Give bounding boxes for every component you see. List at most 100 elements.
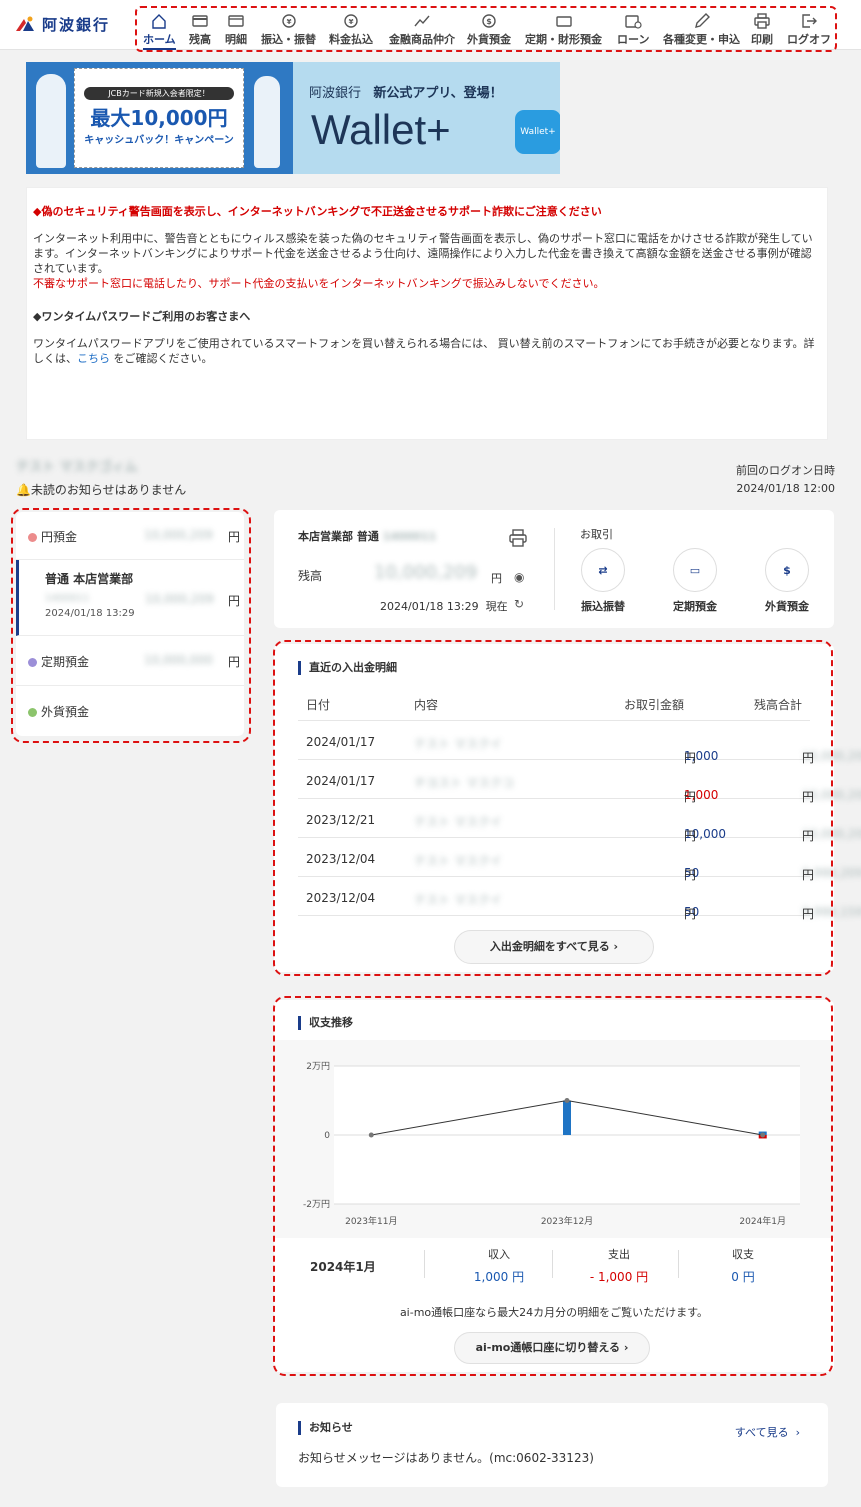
bank-logo[interactable]: 阿波銀行 <box>14 14 110 35</box>
last-logon-time: 2024/01/18 12:00 <box>736 482 835 495</box>
nav-deposit[interactable]: 定期・財形預金 <box>525 10 602 50</box>
bank-logo-icon <box>16 16 34 31</box>
summary-time-suffix: 現在 <box>485 600 508 613</box>
printer-icon[interactable] <box>508 528 528 548</box>
bell-icon: 🔔 <box>16 483 31 497</box>
fraud-warning-emphasis: 不審なサポート窓口に電話したり、サポート代金の支払いをインターネットバンキングで… <box>33 277 605 290</box>
nav-label: ローン <box>617 33 650 46</box>
payeasy-icon: ¥ <box>344 14 358 28</box>
pencil-icon <box>694 13 710 28</box>
nav-logout[interactable]: ログオフ <box>787 10 831 50</box>
nav-calendar[interactable]: ローン <box>617 10 649 50</box>
unread-text: 未読のお知らせはありません <box>30 483 187 497</box>
fraud-warning-text: インターネット利用中に、警告音とともにウィルス感染を装った偽のセキュリティ警告画… <box>33 232 813 275</box>
nav-label: 残高 <box>189 33 211 46</box>
jcb-banner[interactable]: JCBカード新規入会者限定！ 最大10,000円 キャッシュバック！キャンペーン <box>26 62 293 174</box>
refresh-icon[interactable]: ↻ <box>514 597 524 611</box>
nav-label: 振込・振替 <box>261 33 316 46</box>
wallet-banner-top: 阿波銀行 新公式アプリ、登場！ <box>309 82 503 101</box>
summary-account-number: 1400011 <box>382 530 437 543</box>
nav-printer[interactable]: 印刷 <box>751 10 773 50</box>
svg-text:$: $ <box>486 17 492 26</box>
campaign-banner[interactable]: JCBカード新規入会者限定！ 最大10,000円 キャッシュバック！キャンペーン… <box>26 62 560 174</box>
summary-unit: 円 <box>491 572 502 585</box>
nav-label: 印刷 <box>751 33 773 46</box>
news-message: お知らせメッセージはありません。(mc:0602-33123) <box>298 1451 594 1465</box>
nav-label: ログオフ <box>787 33 831 46</box>
summary-branch: 本店営業部 普通 <box>298 530 379 543</box>
quick-transfer-label: 振込振替 <box>581 600 625 613</box>
quick-foreign-deposit-button[interactable]: $ 外貨預金 <box>752 548 822 614</box>
wallet-headline: 新公式アプリ、登場！ <box>373 86 503 101</box>
jcb-banner-card: JCBカード新規入会者限定！ 最大10,000円 キャッシュバック！キャンペーン <box>74 68 244 168</box>
notice-panel: ◆偽のセキュリティ警告画面を表示し、インターネットバンキングで不正送金させるサポ… <box>26 187 828 440</box>
person-illustration <box>36 74 66 168</box>
wallet-banner[interactable]: 阿波銀行 新公式アプリ、登場！ Wallet+ Wallet+ <box>293 62 560 174</box>
dollar-icon: $ <box>765 548 809 592</box>
nav-label: 外貨預金 <box>467 33 511 46</box>
otp-notice-tail: をご確認ください。 <box>113 352 213 365</box>
nav-label: 各種変更・申込 <box>663 33 740 46</box>
summary-divider <box>554 528 555 610</box>
otp-notice-link[interactable]: こちら <box>77 352 110 365</box>
transfer-icon: ⇄ <box>581 548 625 592</box>
news-card: お知らせ すべて見る › お知らせメッセージはありません。(mc:0602-33… <box>276 1403 828 1487</box>
accounts-highlight <box>11 508 251 743</box>
bank-name: 阿波銀行 <box>42 16 111 34</box>
trend-highlight <box>273 996 833 1376</box>
global-nav: ホーム 残高 明細 ¥ 振込・振替 ¥ 料金払込 金融商品仲介 $ 外貨預金 定期・財形預金 ローン各… <box>135 6 837 52</box>
nav-pencil[interactable]: 各種変更・申込 <box>663 10 740 50</box>
jcb-amount: 最大10,000円 <box>90 106 228 130</box>
quick-fixed-deposit-button[interactable]: ▭ 定期預金 <box>660 548 730 614</box>
transfer-icon: ¥ <box>281 14 296 28</box>
nav-transfer[interactable]: ¥ 振込・振替 <box>261 10 316 50</box>
wallet-bank-name: 阿波銀行 <box>309 86 362 101</box>
news-title: お知らせ <box>298 1421 353 1435</box>
logout-icon <box>802 14 817 28</box>
statement-icon <box>228 15 244 27</box>
nav-dollar[interactable]: $ 外貨預金 <box>467 10 511 50</box>
transaction-label: お取引 <box>580 528 613 541</box>
chart-icon <box>414 15 430 27</box>
summary-time: 2024/01/18 13:29 現在 <box>380 598 508 614</box>
fraud-warning-title: ◆偽のセキュリティ警告画面を表示し、インターネットバンキングで不正送金させるサポ… <box>33 205 602 218</box>
home-icon <box>152 14 167 29</box>
nav-label: 料金払込 <box>329 33 373 46</box>
news-more-link[interactable]: すべて見る › <box>735 1424 800 1440</box>
deposit-icon <box>555 16 572 27</box>
unread-notice: 🔔 未読のお知らせはありません <box>16 481 186 498</box>
dollar-icon: $ <box>482 14 496 28</box>
jcb-sub: キャッシュバック！キャンペーン <box>84 135 234 146</box>
nav-chart[interactable]: 金融商品仲介 <box>389 10 455 50</box>
nav-label: ホーム <box>143 33 176 46</box>
summary-account-name: 本店営業部 普通 1400011 <box>298 528 436 544</box>
header: 阿波銀行 ホーム 残高 明細 ¥ 振込・振替 ¥ 料金払込 金融商品仲介 $ 外貨預金 定期・財形預… <box>0 0 861 52</box>
nav-statement[interactable]: 明細 <box>225 10 247 50</box>
eye-icon[interactable]: ◉ <box>514 570 524 584</box>
nav-label: 明細 <box>225 33 247 46</box>
nav-home[interactable]: ホーム <box>143 10 176 50</box>
nav-payeasy[interactable]: ¥ 料金払込 <box>329 10 373 50</box>
otp-notice-text: ワンタイムパスワードアプリをご使用されているスマートフォンを買い替えられる場合に… <box>33 336 819 366</box>
nav-card[interactable]: 残高 <box>189 10 211 50</box>
summary-balance: 10,000,209 <box>374 562 478 583</box>
chevron-right-icon: › <box>795 1426 800 1439</box>
summary-balance-label: 残高 <box>298 569 323 583</box>
svg-text:¥: ¥ <box>286 18 291 26</box>
jcb-tag: JCBカード新規入会者限定！ <box>84 87 234 100</box>
quick-fixed-deposit-label: 定期預金 <box>673 600 717 613</box>
deposit-icon: ▭ <box>673 548 717 592</box>
card-icon <box>192 15 208 27</box>
quick-transfer-button[interactable]: ⇄ 振込振替 <box>568 548 638 614</box>
wallet-brand: Wallet+ <box>311 106 451 153</box>
recent-highlight <box>273 640 833 976</box>
svg-text:¥: ¥ <box>349 18 354 26</box>
quick-foreign-deposit-label: 外貨預金 <box>765 600 809 613</box>
otp-notice-title: ◆ワンタイムパスワードご利用のお客さまへ <box>33 310 251 323</box>
last-logon-label: 前回のログオン日時 <box>736 464 835 477</box>
nav-label: 定期・財形預金 <box>525 33 602 46</box>
nav-label: 金融商品仲介 <box>389 33 455 46</box>
printer-icon <box>754 13 770 29</box>
summary-time-value: 2024/01/18 13:29 <box>380 600 479 613</box>
calendar-icon <box>625 15 642 29</box>
